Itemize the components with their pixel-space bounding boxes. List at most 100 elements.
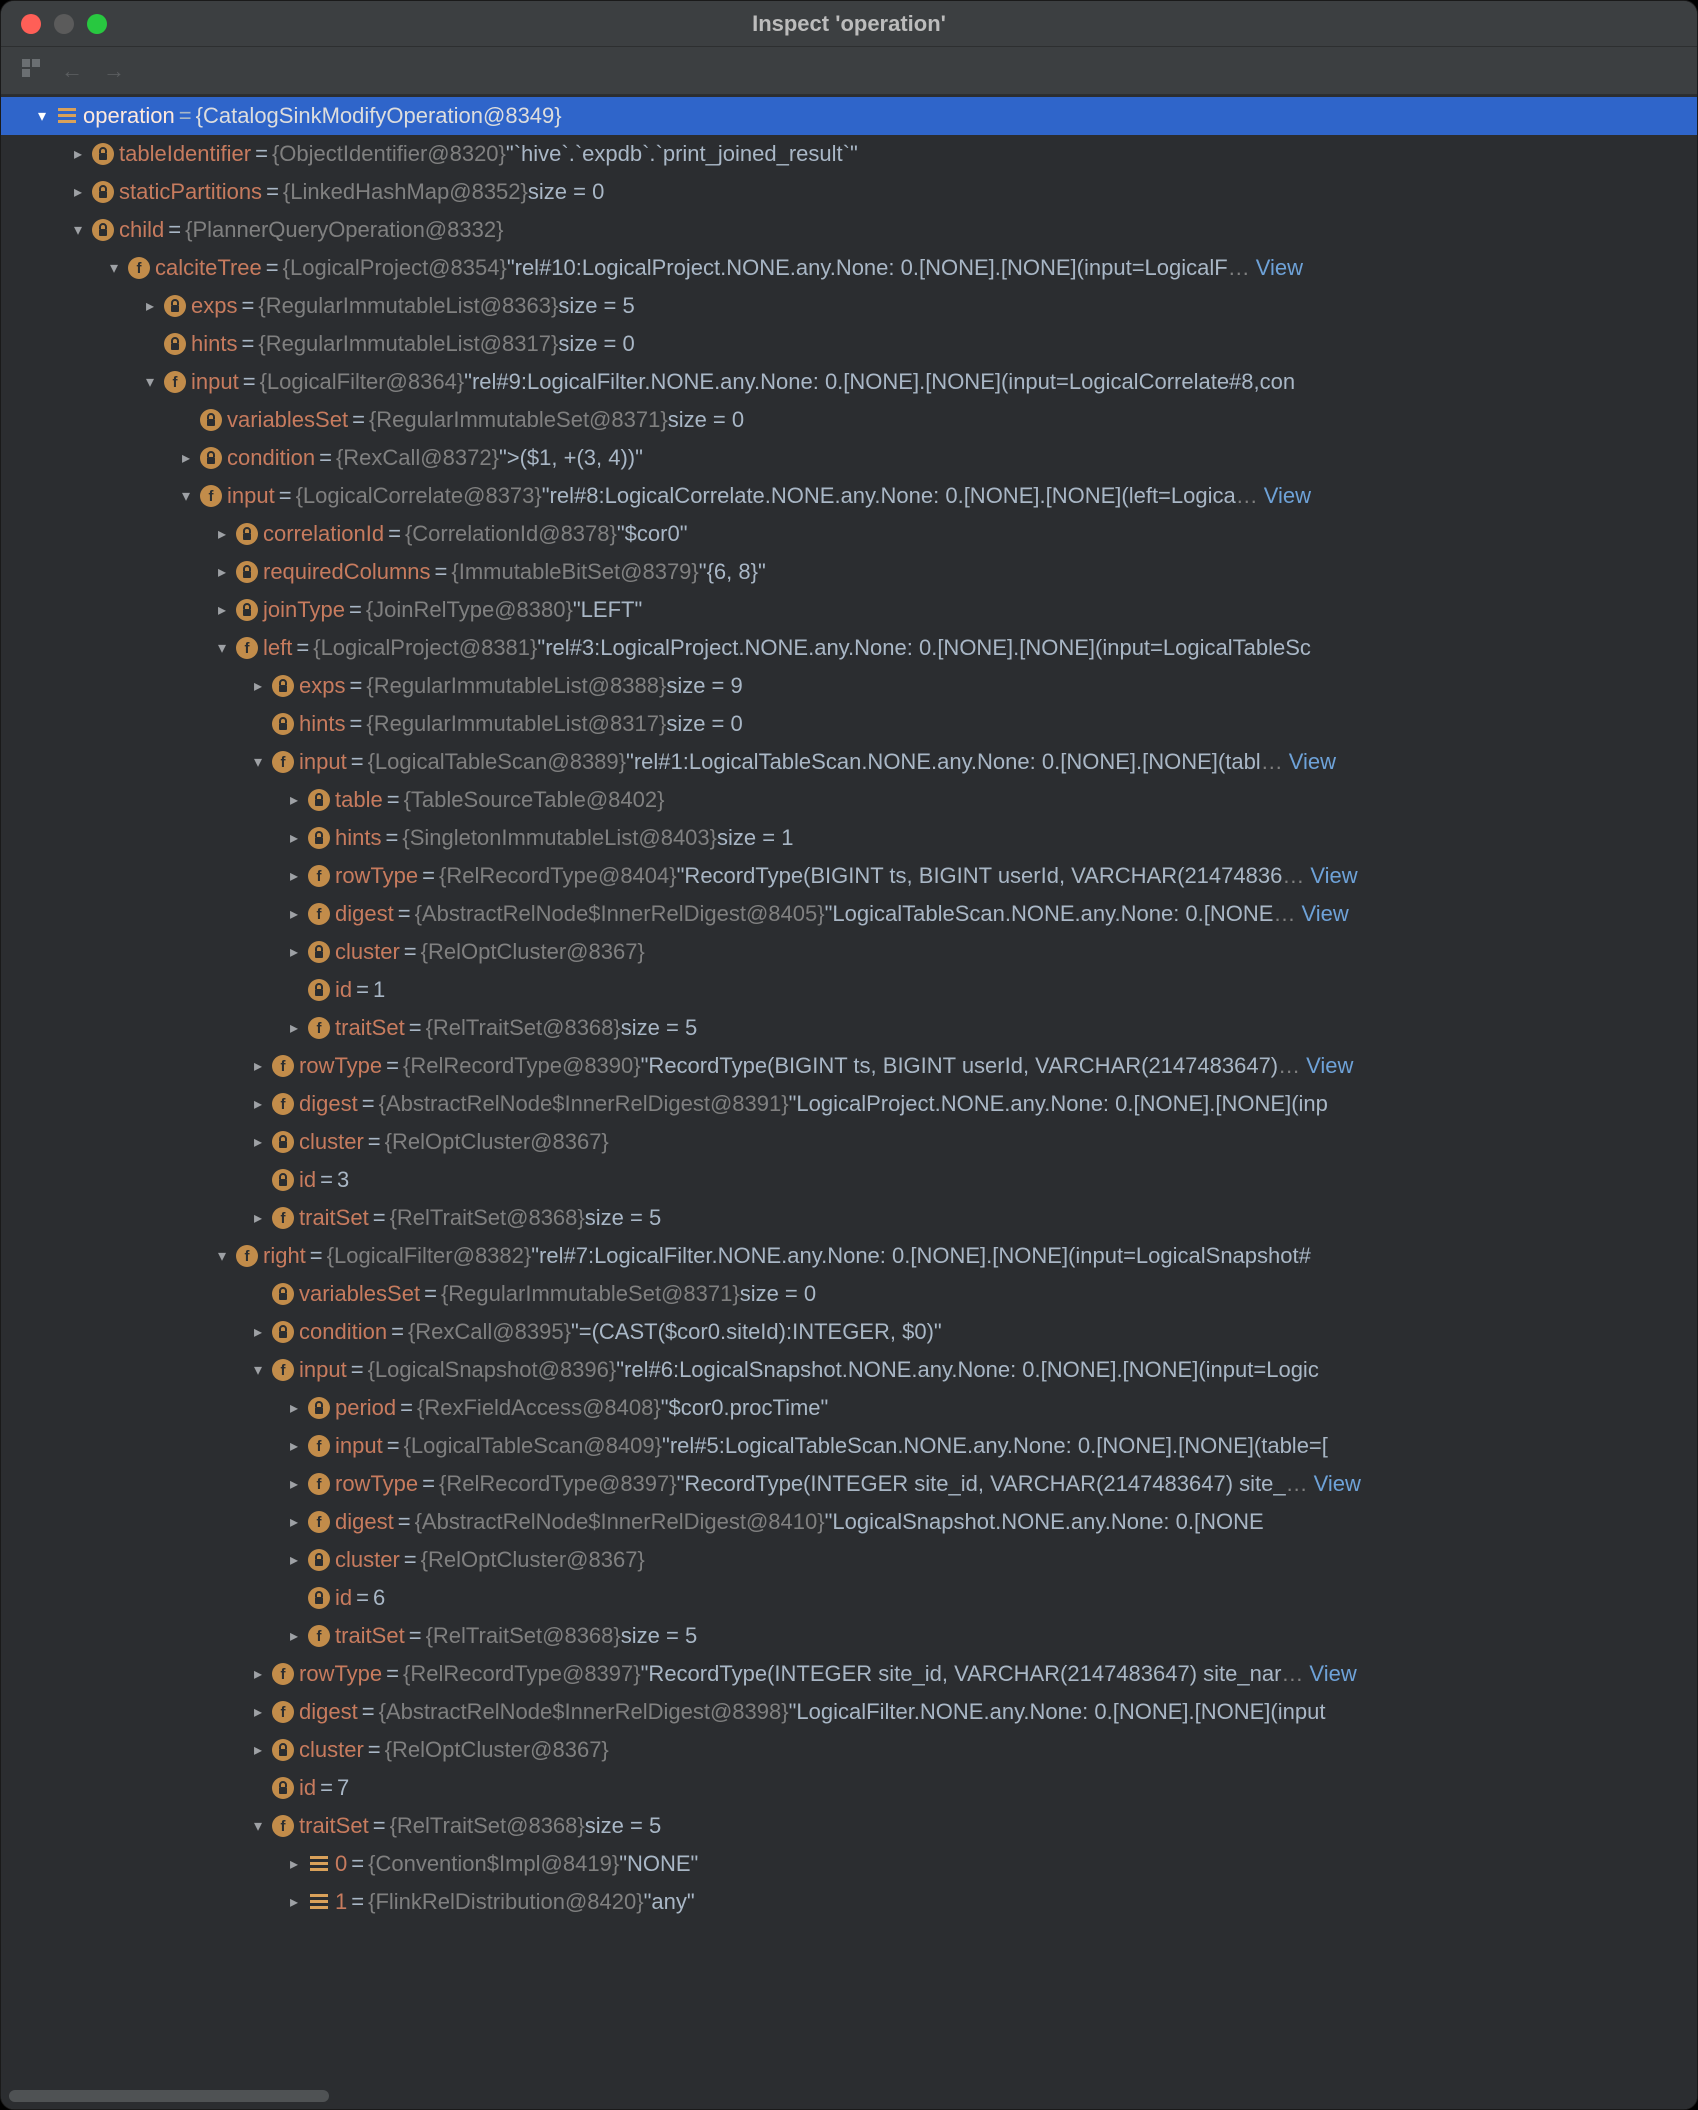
tree-row[interactable]: ▸digest = {AbstractRelNode$InnerRelDiges… — [1, 1503, 1697, 1541]
chevron-right-icon[interactable]: ▸ — [247, 1702, 269, 1722]
tree-row[interactable]: ▸1 = {FlinkRelDistribution@8420} "any" — [1, 1883, 1697, 1921]
chevron-right-icon[interactable]: ▸ — [283, 1550, 305, 1570]
horizontal-scrollbar-thumb[interactable] — [9, 2090, 329, 2102]
chevron-down-icon[interactable]: ▾ — [247, 1360, 269, 1380]
chevron-down-icon[interactable]: ▾ — [67, 220, 89, 240]
chevron-right-icon[interactable]: ▸ — [175, 448, 197, 468]
chevron-down-icon[interactable]: ▾ — [211, 638, 233, 658]
tree-row[interactable]: ▸cluster = {RelOptCluster@8367} — [1, 1123, 1697, 1161]
tree-row[interactable]: ▸cluster = {RelOptCluster@8367} — [1, 1731, 1697, 1769]
tree-row[interactable]: ▾left = {LogicalProject@8381} "rel#3:Log… — [1, 629, 1697, 667]
tree-row[interactable]: ▸joinType = {JoinRelType@8380} "LEFT" — [1, 591, 1697, 629]
chevron-down-icon[interactable]: ▾ — [211, 1246, 233, 1266]
tree-row[interactable]: ▸traitSet = {RelTraitSet@8368} size = 5 — [1, 1009, 1697, 1047]
tree-row[interactable]: ▸rowType = {RelRecordType@8390} "RecordT… — [1, 1047, 1697, 1085]
chevron-down-icon[interactable]: ▾ — [139, 372, 161, 392]
chevron-right-icon[interactable]: ▸ — [247, 1322, 269, 1342]
tree-row[interactable]: ▸table = {TableSourceTable@8402} — [1, 781, 1697, 819]
tree-row[interactable]: ▸0 = {Convention$Impl@8419} "NONE" — [1, 1845, 1697, 1883]
tree-row[interactable]: ▸traitSet = {RelTraitSet@8368} size = 5 — [1, 1617, 1697, 1655]
tree-row[interactable]: hints = {RegularImmutableList@8317} size… — [1, 325, 1697, 363]
tree-row[interactable]: variablesSet = {RegularImmutableSet@8371… — [1, 1275, 1697, 1313]
chevron-right-icon[interactable]: ▸ — [283, 1892, 305, 1912]
tree-row[interactable]: ▸digest = {AbstractRelNode$InnerRelDiges… — [1, 1693, 1697, 1731]
chevron-right-icon[interactable]: ▸ — [211, 562, 233, 582]
chevron-right-icon[interactable]: ▸ — [283, 1626, 305, 1646]
tree[interactable]: ▾operation = {CatalogSinkModifyOperation… — [1, 95, 1697, 2109]
chevron-right-icon[interactable]: ▸ — [283, 790, 305, 810]
tree-row[interactable]: ▸input = {LogicalTableScan@8409} "rel#5:… — [1, 1427, 1697, 1465]
tree-row[interactable]: ▸traitSet = {RelTraitSet@8368} size = 5 — [1, 1199, 1697, 1237]
view-link[interactable]: View — [1289, 749, 1336, 775]
tree-row[interactable]: ▸tableIdentifier = {ObjectIdentifier@832… — [1, 135, 1697, 173]
tree-row[interactable]: ▾input = {LogicalFilter@8364} "rel#9:Log… — [1, 363, 1697, 401]
tree-row[interactable]: ▾traitSet = {RelTraitSet@8368} size = 5 — [1, 1807, 1697, 1845]
tree-row[interactable]: ▾input = {LogicalSnapshot@8396} "rel#6:L… — [1, 1351, 1697, 1389]
chevron-right-icon[interactable]: ▸ — [211, 524, 233, 544]
chevron-right-icon[interactable]: ▸ — [67, 144, 89, 164]
tree-row[interactable]: ▸rowType = {RelRecordType@8397} "RecordT… — [1, 1465, 1697, 1503]
tree-row[interactable]: id = 6 — [1, 1579, 1697, 1617]
chevron-right-icon[interactable]: ▸ — [283, 1854, 305, 1874]
zoom-window-button[interactable] — [87, 14, 107, 34]
chevron-right-icon[interactable]: ▸ — [247, 1208, 269, 1228]
tree-row[interactable]: ▸exps = {RegularImmutableList@8363} size… — [1, 287, 1697, 325]
chevron-right-icon[interactable]: ▸ — [247, 676, 269, 696]
structure-toolbar-icon[interactable] — [21, 58, 41, 84]
chevron-right-icon[interactable]: ▸ — [67, 182, 89, 202]
tree-row[interactable]: ▸digest = {AbstractRelNode$InnerRelDiges… — [1, 1085, 1697, 1123]
tree-row[interactable]: ▸rowType = {RelRecordType@8404} "RecordT… — [1, 857, 1697, 895]
chevron-right-icon[interactable]: ▸ — [247, 1664, 269, 1684]
horizontal-scrollbar[interactable] — [9, 2089, 1689, 2103]
chevron-right-icon[interactable]: ▸ — [211, 600, 233, 620]
chevron-right-icon[interactable]: ▸ — [283, 828, 305, 848]
view-link[interactable]: View — [1264, 483, 1311, 509]
chevron-right-icon[interactable]: ▸ — [139, 296, 161, 316]
chevron-right-icon[interactable]: ▸ — [283, 942, 305, 962]
tree-row[interactable]: ▸requiredColumns = {ImmutableBitSet@8379… — [1, 553, 1697, 591]
tree-row[interactable]: id = 3 — [1, 1161, 1697, 1199]
tree-row[interactable]: ▾child = {PlannerQueryOperation@8332} — [1, 211, 1697, 249]
tree-row[interactable]: ▾calciteTree = {LogicalProject@8354} "re… — [1, 249, 1697, 287]
chevron-down-icon[interactable]: ▾ — [31, 106, 53, 126]
nav-back-icon[interactable]: ← — [61, 58, 83, 84]
view-link[interactable]: View — [1314, 1471, 1361, 1497]
tree-row[interactable]: id = 1 — [1, 971, 1697, 1009]
chevron-down-icon[interactable]: ▾ — [247, 1816, 269, 1836]
tree-row[interactable]: id = 7 — [1, 1769, 1697, 1807]
tree-row[interactable]: ▸exps = {RegularImmutableList@8388} size… — [1, 667, 1697, 705]
minimize-window-button[interactable] — [54, 14, 74, 34]
chevron-right-icon[interactable]: ▸ — [283, 1398, 305, 1418]
tree-row[interactable]: variablesSet = {RegularImmutableSet@8371… — [1, 401, 1697, 439]
tree-row[interactable]: hints = {RegularImmutableList@8317} size… — [1, 705, 1697, 743]
tree-row[interactable]: ▸correlationId = {CorrelationId@8378} "$… — [1, 515, 1697, 553]
chevron-right-icon[interactable]: ▸ — [247, 1094, 269, 1114]
view-link[interactable]: View — [1310, 863, 1357, 889]
chevron-right-icon[interactable]: ▸ — [283, 1474, 305, 1494]
chevron-right-icon[interactable]: ▸ — [283, 866, 305, 886]
nav-forward-icon[interactable]: → — [103, 58, 125, 84]
tree-row[interactable]: ▸period = {RexFieldAccess@8408} "$cor0.p… — [1, 1389, 1697, 1427]
tree-row[interactable]: ▸cluster = {RelOptCluster@8367} — [1, 933, 1697, 971]
tree-row[interactable]: ▸condition = {RexCall@8395} "=(CAST($cor… — [1, 1313, 1697, 1351]
tree-row[interactable]: ▾input = {LogicalTableScan@8389} "rel#1:… — [1, 743, 1697, 781]
view-link[interactable]: View — [1309, 1661, 1356, 1687]
tree-row[interactable]: ▾operation = {CatalogSinkModifyOperation… — [1, 97, 1697, 135]
chevron-right-icon[interactable]: ▸ — [247, 1132, 269, 1152]
chevron-right-icon[interactable]: ▸ — [283, 1018, 305, 1038]
chevron-right-icon[interactable]: ▸ — [283, 1512, 305, 1532]
tree-row[interactable]: ▸rowType = {RelRecordType@8397} "RecordT… — [1, 1655, 1697, 1693]
chevron-right-icon[interactable]: ▸ — [283, 1436, 305, 1456]
chevron-right-icon[interactable]: ▸ — [247, 1740, 269, 1760]
chevron-down-icon[interactable]: ▾ — [103, 258, 125, 278]
chevron-right-icon[interactable]: ▸ — [247, 1056, 269, 1076]
chevron-down-icon[interactable]: ▾ — [175, 486, 197, 506]
tree-row[interactable]: ▾right = {LogicalFilter@8382} "rel#7:Log… — [1, 1237, 1697, 1275]
view-link[interactable]: View — [1256, 255, 1303, 281]
close-window-button[interactable] — [21, 14, 41, 34]
tree-row[interactable]: ▸condition = {RexCall@8372} ">($1, +(3, … — [1, 439, 1697, 477]
view-link[interactable]: View — [1306, 1053, 1353, 1079]
tree-row[interactable]: ▸cluster = {RelOptCluster@8367} — [1, 1541, 1697, 1579]
chevron-right-icon[interactable]: ▸ — [283, 904, 305, 924]
chevron-down-icon[interactable]: ▾ — [247, 752, 269, 772]
